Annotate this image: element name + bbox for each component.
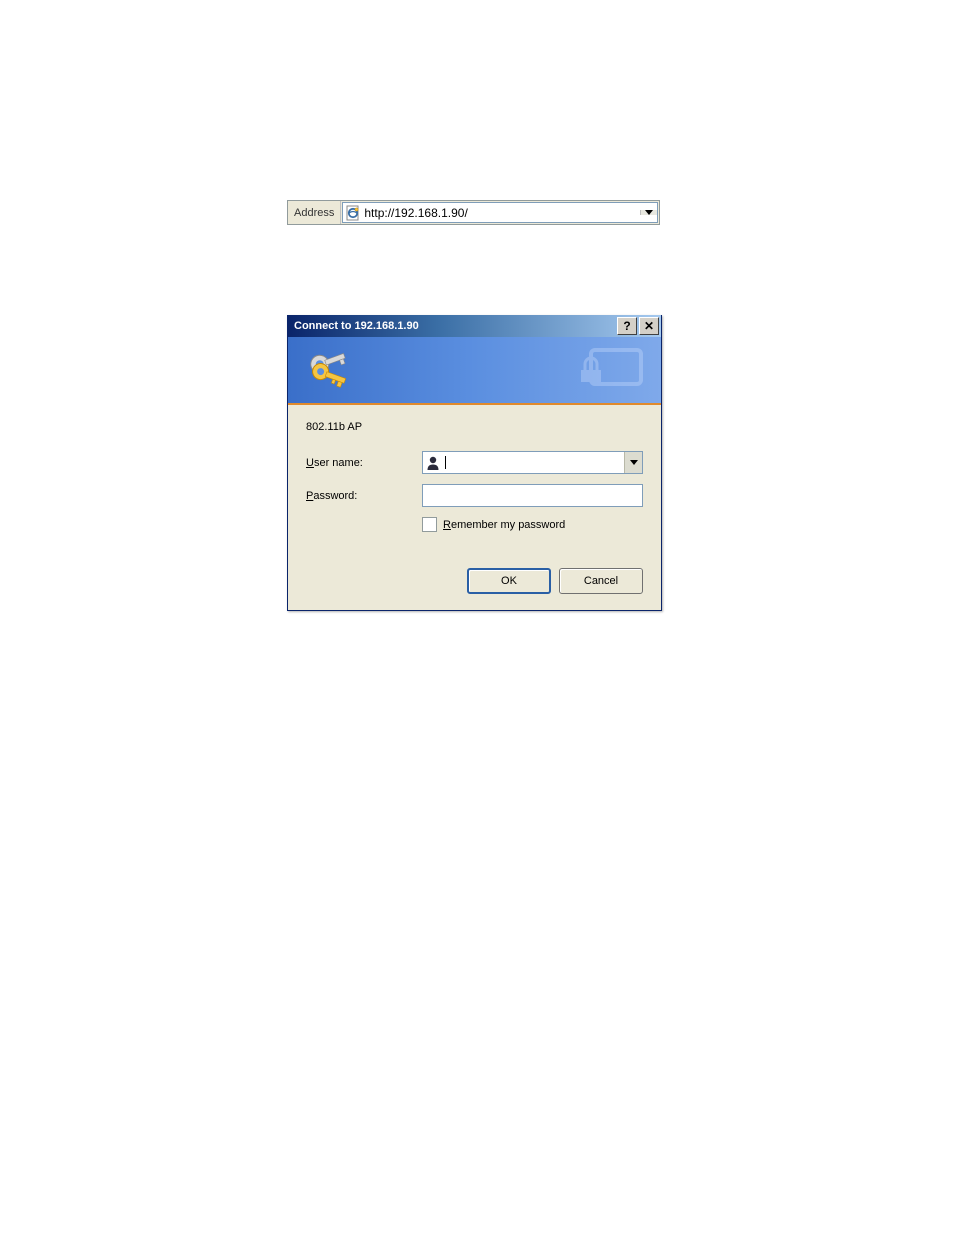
ok-button[interactable]: OK xyxy=(467,568,551,594)
dialog-banner xyxy=(288,337,661,405)
banner-decoration xyxy=(571,342,651,398)
close-icon: ✕ xyxy=(644,321,654,331)
username-dropdown-button[interactable] xyxy=(624,452,642,473)
user-icon xyxy=(425,455,441,471)
password-label: Password: xyxy=(306,490,422,502)
address-bar: Address http://192.168.1.90/ xyxy=(287,200,660,225)
address-dropdown-button[interactable] xyxy=(640,210,657,215)
address-label: Address xyxy=(288,201,341,224)
url-text: http://192.168.1.90/ xyxy=(364,206,640,220)
ie-page-icon xyxy=(345,205,361,221)
help-button[interactable]: ? xyxy=(617,317,637,335)
chevron-down-icon xyxy=(645,210,653,215)
remember-password-label: RRemember my passwordemember my password xyxy=(443,519,565,531)
text-caret xyxy=(445,456,446,469)
password-input[interactable] xyxy=(422,484,643,507)
keys-icon xyxy=(306,345,354,393)
dialog-title: Connect to 192.168.1.90 xyxy=(294,320,615,332)
close-button[interactable]: ✕ xyxy=(639,317,659,335)
username-label: User name: xyxy=(306,457,422,469)
auth-dialog: Connect to 192.168.1.90 ? ✕ xyxy=(287,315,662,611)
cancel-button[interactable]: Cancel xyxy=(559,568,643,594)
help-icon: ? xyxy=(623,319,630,333)
address-input[interactable]: http://192.168.1.90/ xyxy=(342,202,658,223)
dialog-body: 802.11b AP User name: Password: xyxy=(288,405,661,610)
username-input[interactable] xyxy=(422,451,643,474)
chevron-down-icon xyxy=(630,460,638,465)
titlebar: Connect to 192.168.1.90 ? ✕ xyxy=(288,315,661,337)
realm-label: 802.11b AP xyxy=(306,421,643,433)
remember-password-checkbox[interactable] xyxy=(422,517,437,532)
